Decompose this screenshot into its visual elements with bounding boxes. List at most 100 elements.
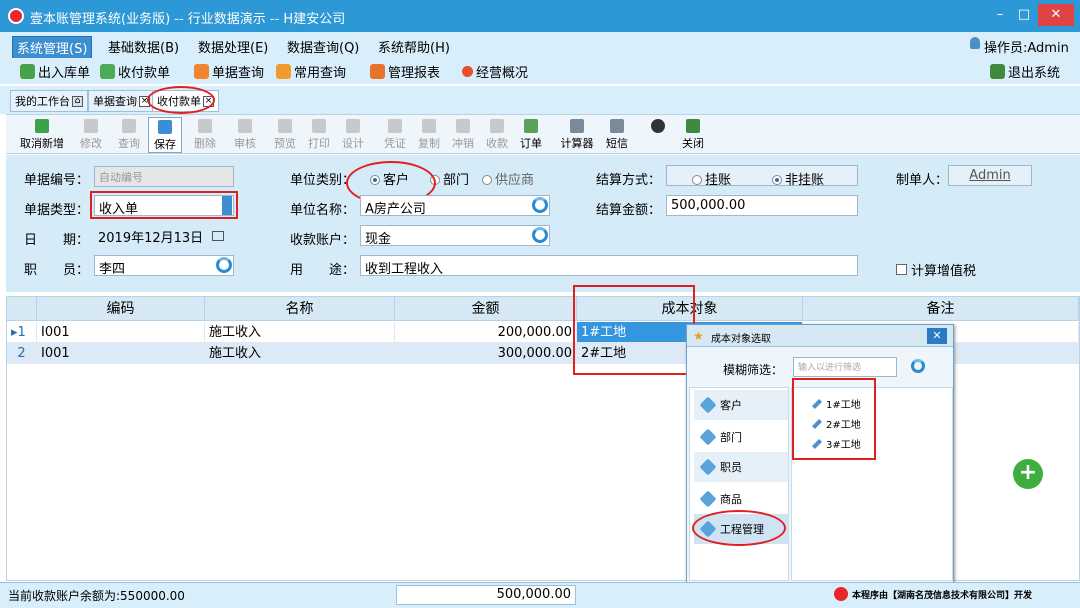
cell-code[interactable]: I001 <box>37 343 205 364</box>
tab-workbench[interactable]: 我的工作台 ⌂ <box>10 90 88 112</box>
row-number[interactable]: ▸1 <box>7 322 37 343</box>
quick-label: 管理报表 <box>388 66 441 81</box>
home-icon[interactable]: ⌂ <box>72 95 83 107</box>
settle-credit[interactable]: 挂账 <box>692 169 731 188</box>
date-label: 日 期： <box>24 233 90 248</box>
button-label: 关闭 <box>682 137 704 150</box>
total-amount: 500,000.00 <box>396 585 576 605</box>
category-label: 客户 <box>720 399 742 412</box>
delete-button[interactable]: 删除 <box>188 117 222 153</box>
filter-label: 模糊筛选： <box>723 363 784 377</box>
quick-common-query[interactable]: 常用查询 <box>276 62 346 81</box>
category-item[interactable]: 客户 <box>694 390 788 420</box>
reverse-button[interactable]: 冲销 <box>446 117 480 153</box>
category-item[interactable]: 职员 <box>694 452 788 482</box>
design-button[interactable]: 设计 <box>336 117 370 153</box>
vat-checkbox[interactable]: 计算增值税 <box>896 260 976 279</box>
print-button[interactable]: 打印 <box>302 117 336 153</box>
button-label: 凭证 <box>384 137 406 150</box>
voucher-button[interactable]: 凭证 <box>378 117 412 153</box>
amount-field[interactable]: 500,000.00 <box>666 195 858 216</box>
sms-icon <box>610 119 624 133</box>
tab-bill-query[interactable]: 单据查询 × <box>88 90 155 112</box>
col-header-amount[interactable]: 金额 <box>395 297 577 321</box>
account-value: 现金 <box>365 232 392 247</box>
annotation-box <box>90 191 238 219</box>
quick-report[interactable]: 管理报表 <box>370 62 440 81</box>
staff-field[interactable]: 李四 <box>94 255 234 277</box>
account-label: 收款账户： <box>290 233 356 248</box>
cell-code[interactable]: I001 <box>37 322 205 343</box>
account-field[interactable]: 现金 <box>360 225 550 247</box>
radio-label: 非挂账 <box>785 173 825 188</box>
receive-button[interactable]: 收款 <box>480 117 514 153</box>
quick-label: 经营概况 <box>476 66 529 81</box>
eye-icon <box>651 119 665 133</box>
menu-help[interactable]: 系统帮助(H) <box>378 37 450 56</box>
save-button[interactable]: 保存 <box>148 117 182 153</box>
button-label: 收款 <box>486 137 508 150</box>
purpose-field[interactable]: 收到工程收入 <box>360 255 858 277</box>
staff-label: 职 员： <box>24 263 90 278</box>
sms-button[interactable]: 短信 <box>600 117 634 153</box>
preview-icon <box>278 119 292 133</box>
button-label: 修改 <box>80 137 102 150</box>
vat-label: 计算增值税 <box>911 264 977 279</box>
category-item[interactable]: 部门 <box>694 422 788 452</box>
cell-amount[interactable]: 300,000.00 <box>395 343 577 364</box>
unit-type-department[interactable]: 部门 <box>430 169 469 188</box>
add-row-icon[interactable]: + <box>1013 459 1043 489</box>
cell-name[interactable]: 施工收入 <box>205 322 395 343</box>
close-icon[interactable]: ✕ <box>1038 4 1074 26</box>
unit-name-field[interactable]: A房产公司 <box>360 195 550 217</box>
filter-input[interactable]: 输入以进行筛选 <box>793 357 897 377</box>
search-icon <box>122 119 136 133</box>
refresh-icon[interactable] <box>911 359 925 373</box>
doc-no-field: 自动编号 <box>94 166 234 187</box>
order-button[interactable]: 订单 <box>514 117 548 153</box>
calendar-icon[interactable] <box>212 231 224 241</box>
menu-system[interactable]: 系统管理(S) <box>12 36 93 59</box>
settle-noncredit[interactable]: 非挂账 <box>772 169 824 188</box>
quick-overview[interactable]: 经营概况 <box>462 62 528 81</box>
node-tree: 1#工地 2#工地 3#工地 <box>791 378 953 581</box>
close-button[interactable]: 关闭 <box>676 117 710 153</box>
annotation-circle <box>147 86 215 114</box>
unit-type-supplier[interactable]: 供应商 <box>482 169 534 188</box>
balance-text: 当前收款账户余额为:550000.00 <box>8 589 185 603</box>
col-header-name[interactable]: 名称 <box>205 297 395 321</box>
quick-payment-bill[interactable]: 收付款单 <box>100 62 170 81</box>
menu-basic-data[interactable]: 基础数据(B) <box>108 37 179 56</box>
row-number[interactable]: 2 <box>7 343 37 364</box>
col-header-code[interactable]: 编码 <box>37 297 205 321</box>
menu-data-query[interactable]: 数据查询(Q) <box>287 37 359 56</box>
exit-button[interactable]: 退出系统 <box>990 62 1060 81</box>
cell-amount[interactable]: 200,000.00 <box>395 322 577 343</box>
receive-icon <box>490 119 504 133</box>
cell-name[interactable]: 施工收入 <box>205 343 395 364</box>
refresh-icon[interactable] <box>216 257 232 273</box>
approve-button[interactable]: 审核 <box>228 117 262 153</box>
edit-button[interactable]: 修改 <box>74 117 108 153</box>
col-header-remark[interactable]: 备注 <box>803 297 1079 321</box>
preview-button[interactable]: 预览 <box>268 117 302 153</box>
query-button[interactable]: 查询 <box>112 117 146 153</box>
quick-stock-bill[interactable]: 出入库单 <box>20 62 90 81</box>
cancel-new-button[interactable]: 取消新增 <box>14 117 70 153</box>
maximize-icon[interactable]: □ <box>1012 4 1036 26</box>
calculator-button[interactable]: 计算器 <box>556 117 598 153</box>
tab-label: 我的工作台 <box>15 95 70 108</box>
refresh-icon[interactable] <box>532 227 548 243</box>
copy-button[interactable]: 复制 <box>412 117 446 153</box>
close-icon[interactable]: ✕ <box>927 328 947 344</box>
radio-label: 部门 <box>443 173 470 188</box>
menu-data-process[interactable]: 数据处理(E) <box>198 37 268 56</box>
quick-bill-query[interactable]: 单据查询 <box>194 62 264 81</box>
minimize-icon[interactable]: – <box>988 4 1012 26</box>
button-label: 删除 <box>194 137 216 150</box>
maker-field: Admin <box>948 165 1032 186</box>
calculator-icon <box>570 119 584 133</box>
view-options-button[interactable] <box>646 117 670 153</box>
voucher-icon <box>388 119 402 133</box>
refresh-icon[interactable] <box>532 197 548 213</box>
